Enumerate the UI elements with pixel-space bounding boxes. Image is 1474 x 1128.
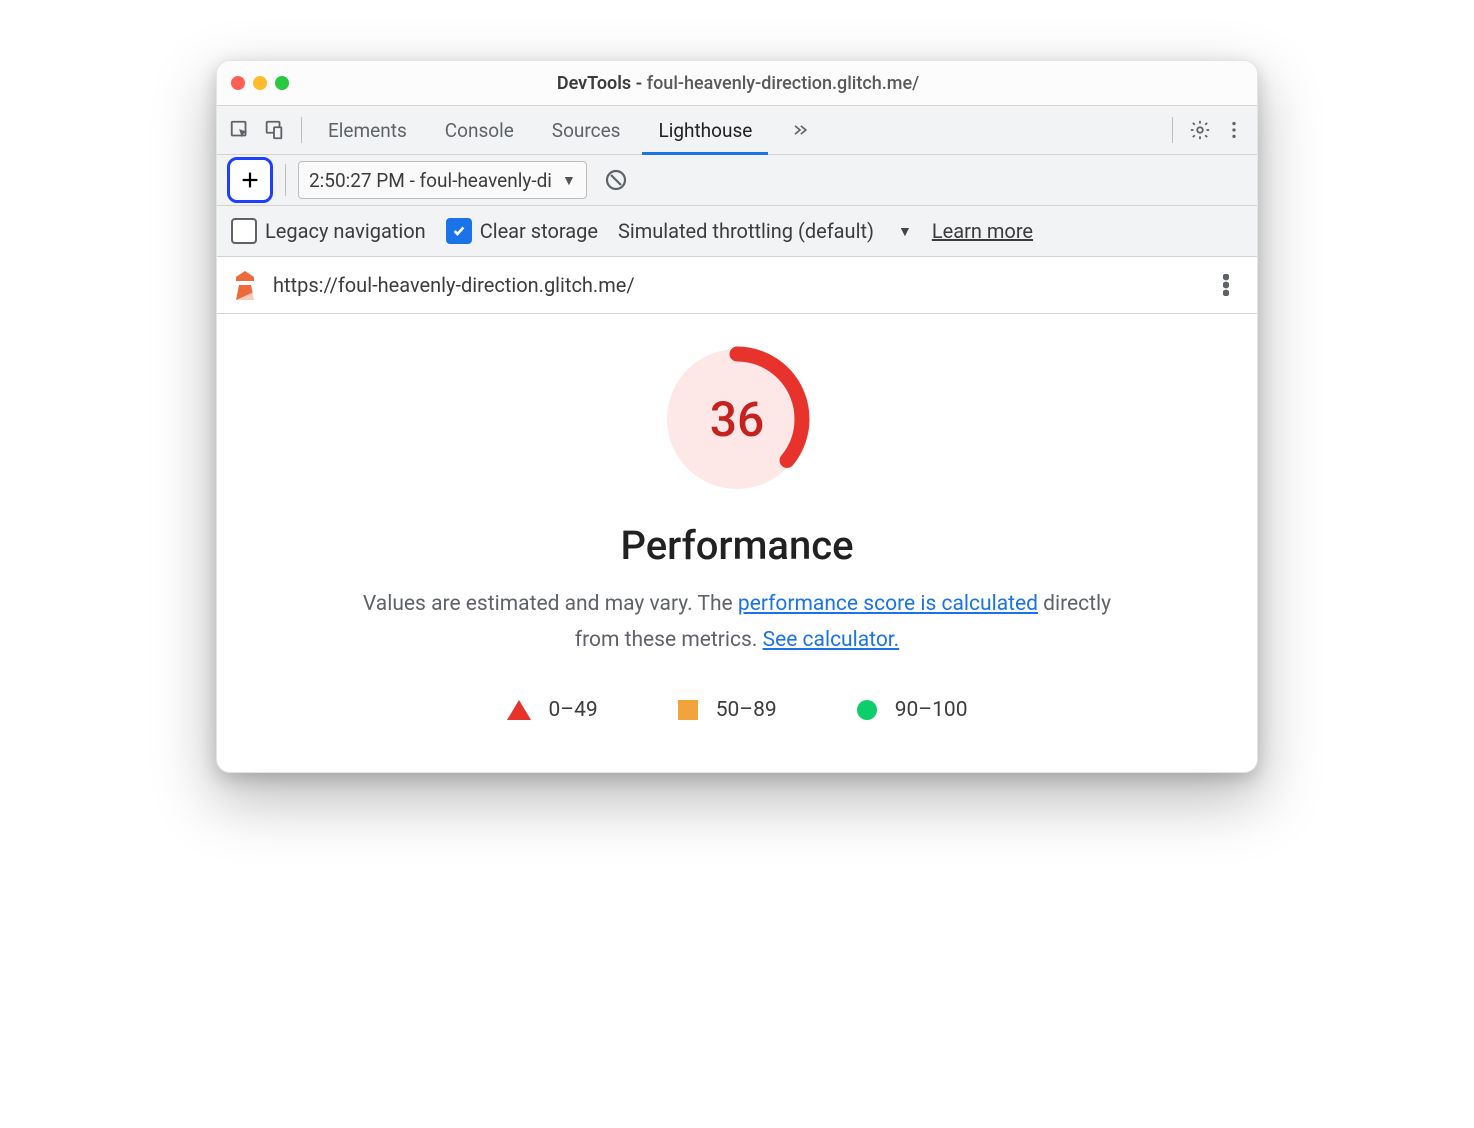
- window-title-prefix: DevTools -: [557, 73, 647, 94]
- tab-lighthouse[interactable]: Lighthouse: [642, 106, 768, 154]
- chevron-down-icon: ▼: [562, 172, 576, 189]
- lighthouse-report: 36 Performance Values are estimated and …: [217, 314, 1257, 772]
- clear-storage-label: Clear storage: [480, 219, 598, 243]
- new-report-button[interactable]: [227, 157, 273, 203]
- legend-average-label: 50–89: [716, 698, 777, 722]
- report-url-bar: https://foul-heavenly-direction.glitch.m…: [217, 257, 1257, 314]
- legend-poor-label: 0–49: [549, 698, 598, 722]
- devtools-window: DevTools - foul-heavenly-direction.glitc…: [216, 60, 1258, 773]
- panel-tabs: Elements Console Sources Lighthouse: [312, 106, 826, 154]
- more-menu-icon[interactable]: [1217, 113, 1251, 147]
- divider: [301, 117, 302, 143]
- lighthouse-subbar: 2:50:27 PM - foul-heavenly-di ▼: [217, 155, 1257, 206]
- window-title: DevTools - foul-heavenly-direction.glitc…: [289, 73, 1187, 94]
- clear-reports-icon[interactable]: [599, 163, 633, 197]
- checkbox-icon: [231, 218, 257, 244]
- report-url: https://foul-heavenly-direction.glitch.m…: [273, 273, 635, 297]
- tab-elements[interactable]: Elements: [312, 106, 423, 154]
- legend-average: 50–89: [678, 698, 777, 722]
- lighthouse-options: Legacy navigation Clear storage Simulate…: [217, 206, 1257, 257]
- circle-icon: [857, 700, 877, 720]
- lighthouse-icon: [231, 270, 259, 300]
- close-icon[interactable]: [231, 76, 245, 90]
- traffic-lights: [231, 76, 289, 90]
- legacy-nav-label: Legacy navigation: [265, 219, 426, 243]
- performance-description: Values are estimated and may vary. The p…: [347, 587, 1127, 658]
- square-icon: [678, 700, 698, 720]
- report-select[interactable]: 2:50:27 PM - foul-heavenly-di ▼: [298, 161, 587, 199]
- chevron-down-icon: ▼: [898, 223, 912, 240]
- score-legend: 0–49 50–89 90–100: [257, 698, 1217, 722]
- divider: [1172, 117, 1173, 143]
- legend-good: 90–100: [857, 698, 968, 722]
- throttling-label: Simulated throttling (default): [618, 219, 874, 243]
- settings-gear-icon[interactable]: [1183, 113, 1217, 147]
- performance-heading: Performance: [257, 522, 1217, 569]
- inspect-element-icon[interactable]: [223, 113, 257, 147]
- tab-console[interactable]: Console: [429, 106, 530, 154]
- calculator-link[interactable]: See calculator.: [763, 628, 900, 652]
- score-calc-link[interactable]: performance score is calculated: [738, 592, 1038, 616]
- desc-text-1: Values are estimated and may vary. The: [363, 592, 738, 616]
- legacy-nav-checkbox[interactable]: Legacy navigation: [231, 218, 426, 244]
- minimize-icon[interactable]: [253, 76, 267, 90]
- triangle-icon: [507, 700, 531, 720]
- performance-gauge: 36: [662, 344, 812, 494]
- maximize-icon[interactable]: [275, 76, 289, 90]
- learn-more-link[interactable]: Learn more: [932, 219, 1033, 243]
- report-select-label: 2:50:27 PM - foul-heavenly-di: [309, 169, 552, 192]
- throttling-select[interactable]: Simulated throttling (default) ▼: [618, 219, 912, 243]
- divider: [285, 164, 286, 196]
- performance-score: 36: [662, 344, 812, 494]
- window-title-url: foul-heavenly-direction.glitch.me/: [647, 73, 919, 94]
- device-toggle-icon[interactable]: [257, 113, 291, 147]
- legend-good-label: 90–100: [895, 698, 968, 722]
- legend-poor: 0–49: [507, 698, 598, 722]
- more-tabs-icon[interactable]: [774, 106, 826, 154]
- clear-storage-checkbox[interactable]: Clear storage: [446, 218, 598, 244]
- titlebar: DevTools - foul-heavenly-direction.glitc…: [217, 61, 1257, 106]
- devtools-toolbar: Elements Console Sources Lighthouse: [217, 106, 1257, 155]
- report-menu-icon[interactable]: [1209, 268, 1243, 302]
- tab-sources[interactable]: Sources: [536, 106, 637, 154]
- checkbox-checked-icon: [446, 218, 472, 244]
